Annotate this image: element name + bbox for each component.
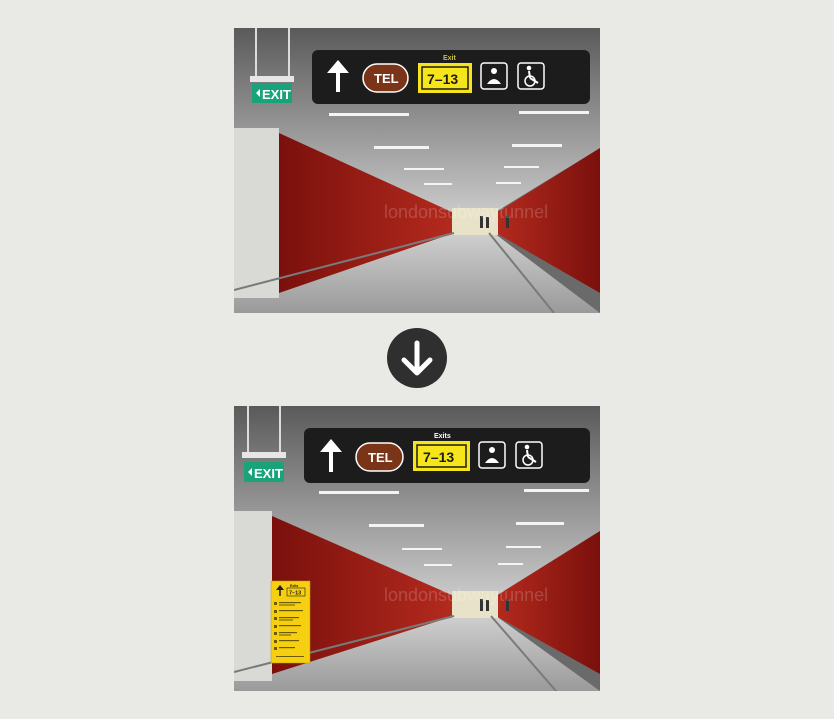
before-photo: londonsubwaytunnel EXIT Exit TEL 7–13 xyxy=(234,28,600,313)
panel-caption: Exits xyxy=(290,584,298,588)
left-pillar xyxy=(234,511,272,681)
sign-caption: Exit xyxy=(443,55,457,62)
direction-sign: Exits TEL 7–13 xyxy=(304,428,590,483)
before-scene: londonsubwaytunnel EXIT Exit TEL 7–13 xyxy=(234,28,600,313)
exit-sign-label: EXIT xyxy=(262,87,291,102)
tel-label: TEL xyxy=(374,71,399,86)
exit-numbers: 7–13 xyxy=(427,71,458,87)
exit-info-panel: Exits 7–13 xyxy=(270,580,311,664)
exit-sign-label: EXIT xyxy=(254,466,283,481)
panel-numbers: 7–13 xyxy=(289,591,301,597)
direction-sign: Exit TEL 7–13 xyxy=(312,50,590,104)
tel-label: TEL xyxy=(368,450,393,465)
exit-numbers: 7–13 xyxy=(423,449,454,465)
watermark: londonsubwaytunnel xyxy=(384,585,548,605)
left-pillar xyxy=(234,128,279,298)
arrow-down-circle-icon xyxy=(387,328,447,388)
watermark: londonsubwaytunnel xyxy=(384,202,548,222)
sign-caption: Exits xyxy=(434,433,451,440)
after-photo: londonsubwaytunnel Exits 7–13 EXIT Exits… xyxy=(234,406,600,691)
after-scene: londonsubwaytunnel Exits 7–13 EXIT Exits… xyxy=(234,406,600,691)
